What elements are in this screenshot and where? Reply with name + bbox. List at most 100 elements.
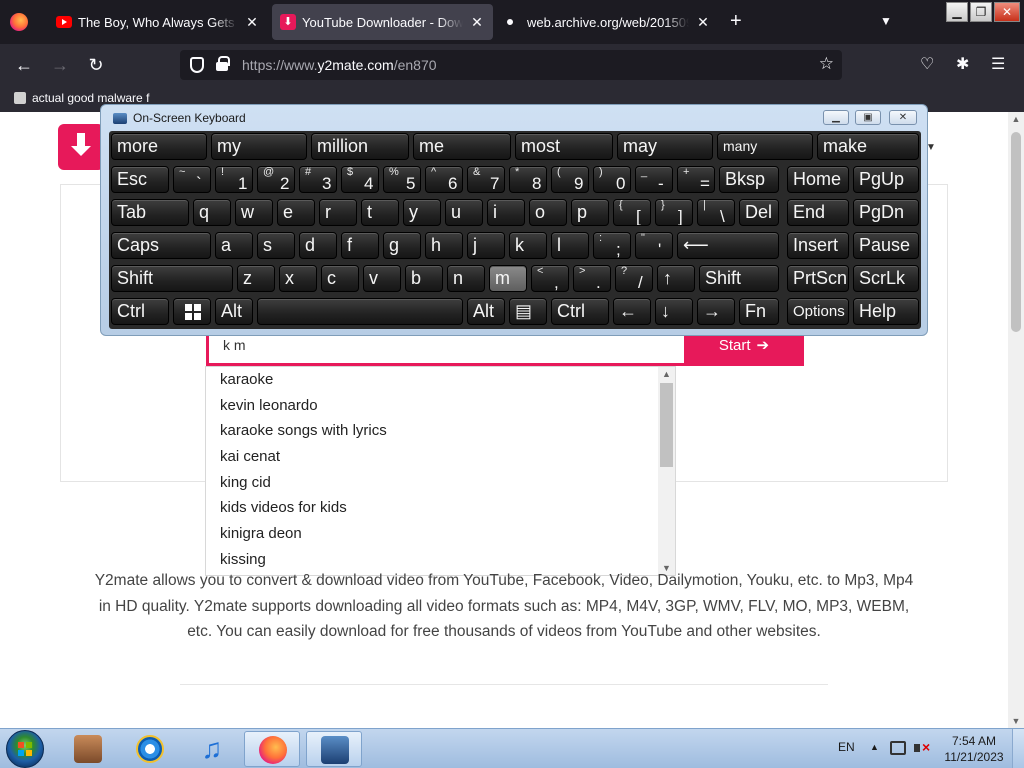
close-tab-icon[interactable]: ✕ [469,14,485,31]
key-backslash[interactable]: | \ [697,199,735,226]
start-button[interactable] [6,730,44,768]
taskbar-app-itunes[interactable]: ♫ [184,731,240,767]
suggestion-item[interactable]: kids videos for kids [206,495,660,521]
scroll-down-icon[interactable]: ▼ [1008,714,1024,728]
key-scroll-lock[interactable]: ScrLk [853,265,919,292]
key-comma[interactable]: <, [531,265,569,292]
key-m[interactable]: m [489,265,527,292]
key-7[interactable]: & 7 [467,166,505,193]
key-1[interactable]: ! 1 [215,166,253,193]
key-insert[interactable]: Insert [787,232,849,259]
key-home[interactable]: Home [787,166,849,193]
restore-button[interactable]: ❐ [970,2,992,22]
tab-youtube-video[interactable]: The Boy, Who Always Gets Zero ✕ [48,4,268,40]
osk-minimize-button[interactable]: ▁ [823,110,849,125]
key-enter[interactable]: ⟵ [677,232,779,259]
key-backspace[interactable]: Bksp [719,166,779,193]
key-y[interactable]: y [403,199,441,226]
suggestion-scrollbar[interactable]: ▲ ▼ [658,367,675,575]
key-pause[interactable]: Pause [853,232,919,259]
close-tab-icon[interactable]: ✕ [244,14,260,31]
key-l[interactable]: l [551,232,589,259]
key-menu[interactable]: ▤ [509,298,547,325]
key-ctrl-right[interactable]: Ctrl [551,298,609,325]
key-a[interactable]: a [215,232,253,259]
lock-icon[interactable] [216,56,230,71]
key-5[interactable]: % 5 [383,166,421,193]
key-tab[interactable]: Tab [111,199,189,226]
key-options[interactable]: Options [787,298,849,325]
osk-titlebar[interactable]: On-Screen Keyboard [113,109,246,127]
key-e[interactable]: e [277,199,315,226]
taskbar-app-firefox[interactable] [244,731,300,767]
new-tab-button[interactable]: + [730,11,742,31]
suggestion-item[interactable]: kevin leonardo [206,393,660,419]
prediction-key[interactable]: my [211,133,307,160]
firefox-icon[interactable] [10,13,28,31]
key-page-down[interactable]: PgDn [853,199,919,226]
osk-close-button[interactable]: ✕ [889,110,917,125]
key-v[interactable]: v [363,265,401,292]
pocket-icon[interactable]: ♡ [920,54,934,74]
key-q[interactable]: q [193,199,231,226]
key-arrow-right[interactable]: → [697,298,735,325]
key-u[interactable]: u [445,199,483,226]
volume-muted-icon[interactable] [914,739,930,755]
suggestion-item[interactable]: karaoke songs with lyrics [206,418,660,444]
scroll-thumb[interactable] [660,383,673,467]
key-4[interactable]: $4 [341,166,379,193]
key-s[interactable]: s [257,232,295,259]
key-period[interactable]: >. [573,265,611,292]
key-d[interactable]: d [299,232,337,259]
close-tab-icon[interactable]: ✕ [695,14,711,31]
key-fn[interactable]: Fn [739,298,779,325]
menu-icon[interactable]: ☰ [991,54,1005,74]
key-minus[interactable]: _ - [635,166,673,193]
key-close-bracket[interactable]: }] [655,199,693,226]
key-3[interactable]: #3 [299,166,337,193]
tab-youtube-downloader[interactable]: ⬇ YouTube Downloader - Download ✕ [272,4,493,40]
key-f[interactable]: f [341,232,379,259]
key-shift-right[interactable]: Shift [699,265,779,292]
key-print-screen[interactable]: PrtScn [787,265,849,292]
prediction-key[interactable]: me [413,133,511,160]
key-tilde[interactable]: ~ ` [173,166,211,193]
key-end[interactable]: End [787,199,849,226]
system-clock[interactable]: 7:54 AM 11/21/2023 [942,733,1006,765]
key-quote[interactable]: " ' [635,232,673,259]
key-delete[interactable]: Del [739,199,779,226]
key-w[interactable]: w [235,199,273,226]
minimize-button[interactable]: ▁ [946,2,968,22]
key-t[interactable]: t [361,199,399,226]
key-equals[interactable]: + = [677,166,715,193]
key-semicolon[interactable]: :; [593,232,631,259]
scroll-up-icon[interactable]: ▲ [658,367,675,381]
key-2[interactable]: @2 [257,166,295,193]
prediction-key[interactable]: more [111,133,207,160]
tracking-protection-shield-icon[interactable] [190,57,204,73]
close-window-button[interactable]: ✕ [994,2,1020,22]
show-hidden-icons-icon[interactable]: ▲ [870,742,879,752]
reload-button[interactable]: ↻ [85,54,107,76]
prediction-key[interactable]: many [717,133,813,160]
key-help[interactable]: Help [853,298,919,325]
back-button[interactable]: ← [13,54,35,76]
key-n[interactable]: n [447,265,485,292]
address-bar[interactable]: https://www.y2mate.com/en870 ☆ [180,50,842,80]
key-arrow-up[interactable]: ↑ [657,265,695,292]
taskbar-app-on-screen-keyboard[interactable] [306,731,362,767]
key-o[interactable]: o [529,199,567,226]
key-c[interactable]: c [321,265,359,292]
suggestion-item[interactable]: kinigra deon [206,521,660,547]
tab-web-archive[interactable]: web.archive.org/web/20150902 ✕ [497,4,719,40]
extensions-icon[interactable]: ✱ [956,54,969,74]
key-r[interactable]: r [319,199,357,226]
suggestion-item[interactable]: kai cenat [206,444,660,470]
taskbar-app-cabinet[interactable] [60,731,116,767]
key-g[interactable]: g [383,232,421,259]
key-arrow-down[interactable]: ↓ [655,298,693,325]
scroll-thumb[interactable] [1011,132,1021,332]
prediction-key[interactable]: million [311,133,409,160]
key-k[interactable]: k [509,232,547,259]
bookmark-item[interactable]: actual good malware f [14,91,149,105]
